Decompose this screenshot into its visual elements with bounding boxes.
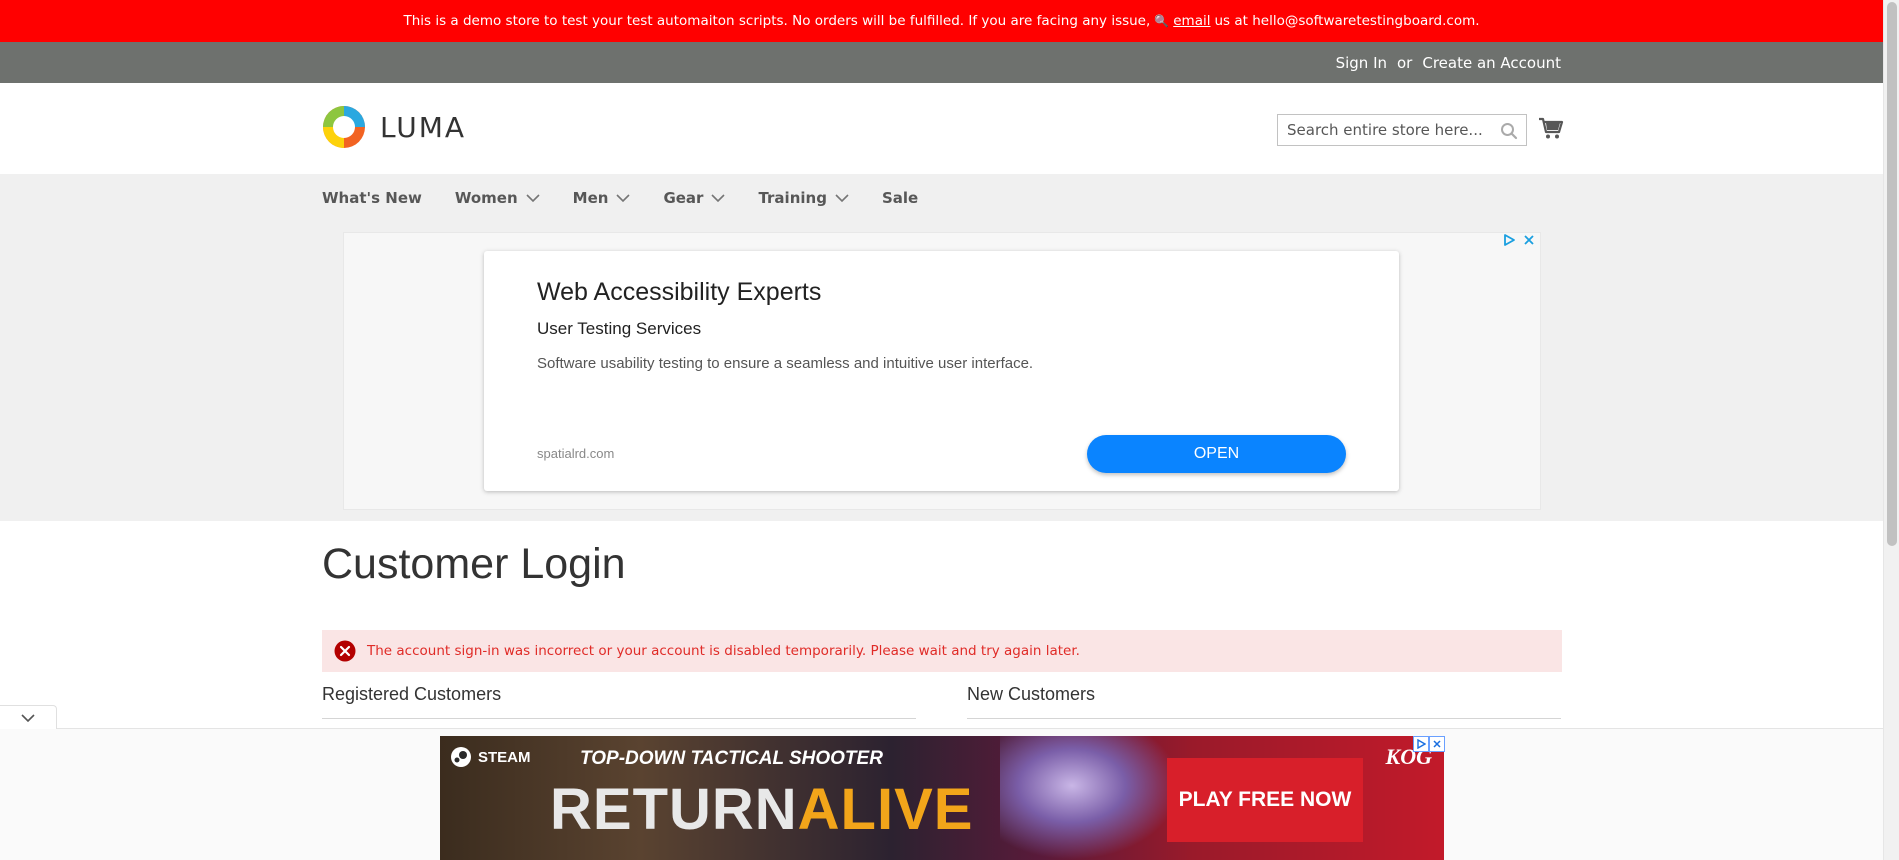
nav-item-women[interactable]: Women <box>455 189 540 207</box>
nav-item-label: Women <box>454 189 518 207</box>
game-ad-banner[interactable]: STEAM TOP-DOWN TACTICAL SHOOTER RETURNAL… <box>440 736 1444 860</box>
nav-item-training[interactable]: Training <box>758 189 849 207</box>
ad-domain: spatialrd.com <box>537 446 615 461</box>
chevron-down-icon <box>835 193 849 202</box>
chevron-down-icon <box>616 193 631 202</box>
search-input[interactable] <box>1287 121 1497 139</box>
registered-customers-title: Registered Customers <box>322 684 502 704</box>
divider <box>967 718 1561 719</box>
demo-notice-text: This is a demo store to test your test a… <box>403 13 1151 29</box>
ad-subtitle: User Testing Services <box>537 319 702 338</box>
error-text: The account sign-in was incorrect or you… <box>367 643 1080 659</box>
ad-title: Web Accessibility Experts <box>537 278 822 306</box>
chevron-down-icon <box>711 193 726 202</box>
logo-text: LUMA <box>380 110 467 144</box>
steam-logo: STEAM <box>450 746 531 768</box>
nav-item-whats-new[interactable]: What's New <box>322 189 422 207</box>
new-customers-title: New Customers <box>967 684 1096 704</box>
error-icon <box>334 640 356 662</box>
ad-description: Software usability testing to ensure a s… <box>537 355 1034 372</box>
search-icon: 🔍 <box>1154 14 1170 28</box>
page-scrollbar[interactable] <box>1883 0 1899 860</box>
ad-character-image <box>1000 736 1180 860</box>
nav-item-label: Training <box>758 189 827 207</box>
cart-icon[interactable] <box>1538 115 1564 141</box>
nav-item-label: Gear <box>663 189 704 207</box>
search-icon[interactable] <box>1500 122 1518 140</box>
ad-card[interactable]: Web Accessibility Experts User Testing S… <box>484 251 1399 491</box>
logo[interactable]: LUMA <box>322 105 466 149</box>
ad-tagline: TOP-DOWN TACTICAL SHOOTER <box>580 748 883 769</box>
luma-logo-icon <box>323 106 365 148</box>
main-navigation: What's New Women Men Gear Training Sale <box>322 174 951 222</box>
steam-icon <box>451 747 471 767</box>
page-title: Customer Login <box>322 540 626 588</box>
adchoices-icon[interactable] <box>1413 736 1429 752</box>
steam-label: STEAM <box>478 748 531 766</box>
search-box <box>1277 114 1527 146</box>
nav-item-label: Sale <box>881 189 919 207</box>
demo-notice-banner: This is a demo store to test your test a… <box>0 0 1883 42</box>
nav-item-label: Men <box>572 189 609 207</box>
email-link[interactable]: email <box>1173 13 1210 29</box>
create-account-link[interactable]: Create an Account <box>1422 54 1561 72</box>
scrollbar-thumb[interactable] <box>1887 2 1897 546</box>
nav-item-men[interactable]: Men <box>573 189 631 207</box>
divider <box>322 718 916 719</box>
sign-in-link[interactable]: Sign In <box>1336 54 1387 72</box>
nav-item-gear[interactable]: Gear <box>663 189 726 207</box>
site-header: LUMA <box>0 83 1883 174</box>
nav-item-label: What's New <box>322 189 422 207</box>
adchoices-icon[interactable] <box>1502 233 1516 247</box>
game-ad-controls <box>1413 736 1445 752</box>
error-message: The account sign-in was incorrect or you… <box>322 630 1562 672</box>
demo-notice-text-after: us at hello@softwaretestingboard.com. <box>1214 13 1480 29</box>
play-free-button[interactable]: PLAY FREE NOW <box>1167 758 1363 842</box>
ad-open-button[interactable]: OPEN <box>1087 435 1346 473</box>
game-title-word1: RETURN <box>550 777 798 842</box>
game-title-word2: ALIVE <box>797 777 974 842</box>
game-title: RETURNALIVE <box>550 776 973 843</box>
close-icon[interactable] <box>1429 736 1445 752</box>
or-separator: or <box>1397 53 1413 72</box>
close-icon[interactable] <box>1522 233 1536 247</box>
chevron-down-icon <box>526 193 540 202</box>
account-bar: Sign In or Create an Account <box>0 42 1883 83</box>
collapse-ad-button[interactable] <box>0 705 57 729</box>
chevron-down-icon <box>21 713 35 722</box>
nav-item-sale[interactable]: Sale <box>882 189 918 207</box>
